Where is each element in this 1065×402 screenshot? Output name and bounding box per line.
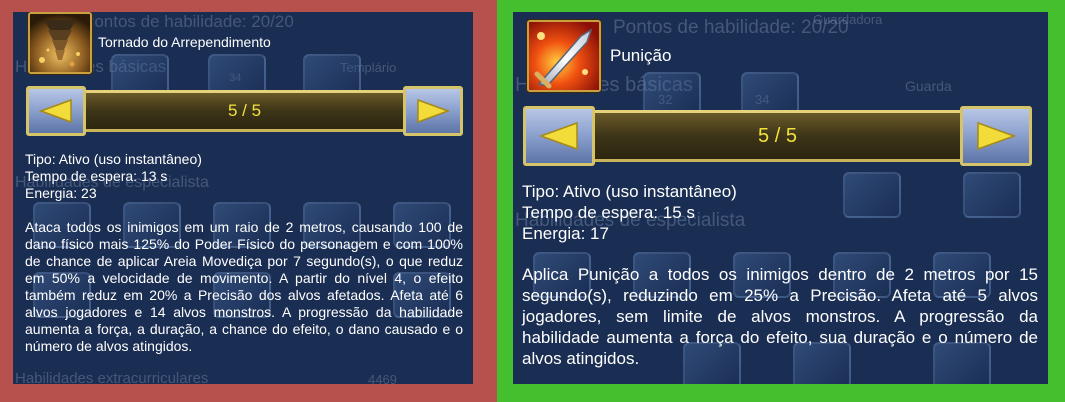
ghost-section-extra: Habilidades extracurriculares bbox=[15, 370, 209, 384]
next-level-button[interactable] bbox=[960, 106, 1032, 166]
skill-tooltip-right: Pontos de habilidade: 20/20 Guardadora H… bbox=[513, 12, 1048, 384]
left-panel-frame: Pontos de habilidade: 20/20 Habilidades … bbox=[0, 0, 497, 402]
skill-energy: Energia: 23 bbox=[25, 185, 97, 201]
level-indicator: 5 / 5 bbox=[758, 124, 797, 147]
skill-description: Aplica Punição a todos os inimigos dentr… bbox=[522, 265, 1038, 368]
ghost-skill-slot bbox=[843, 172, 901, 218]
ghost-skill-points: Pontos de habilidade: 20/20 bbox=[83, 12, 294, 31]
blade-strike-icon bbox=[527, 20, 601, 92]
skill-type: Tipo: Ativo (uso instantâneo) bbox=[522, 182, 737, 201]
skill-name: Tornado do Arrependimento bbox=[98, 34, 271, 50]
skill-cooldown: Tempo de espera: 15 s bbox=[522, 203, 695, 222]
skill-cooldown: Tempo de espera: 13 s bbox=[25, 168, 168, 184]
level-selector: 5 / 5 bbox=[523, 106, 1032, 166]
ghost-header-right: Guardadora bbox=[813, 12, 883, 27]
ghost-number: 4469 bbox=[368, 372, 397, 384]
arrow-right-icon bbox=[417, 98, 450, 124]
ghost-skill-slot bbox=[963, 172, 1021, 218]
skill-tooltip-left: Pontos de habilidade: 20/20 Habilidades … bbox=[13, 12, 473, 384]
arrow-left-icon bbox=[539, 121, 578, 151]
skill-name: Punição bbox=[610, 46, 672, 65]
skill-description: Ataca todos os inimigos em um raio de 2 … bbox=[25, 219, 463, 354]
arrow-left-icon bbox=[39, 98, 72, 124]
level-selector: 5 / 5 bbox=[26, 86, 463, 136]
previous-level-button[interactable] bbox=[523, 106, 595, 166]
skill-energy: Energia: 17 bbox=[522, 224, 609, 243]
arrow-right-icon bbox=[977, 121, 1016, 151]
next-level-button[interactable] bbox=[403, 86, 463, 136]
skill-type: Tipo: Ativo (uso instantâneo) bbox=[25, 151, 202, 167]
ghost-tab: Guarda bbox=[905, 78, 952, 94]
previous-level-button[interactable] bbox=[26, 86, 86, 136]
tornado-icon bbox=[28, 12, 92, 74]
level-indicator: 5 / 5 bbox=[227, 101, 262, 120]
